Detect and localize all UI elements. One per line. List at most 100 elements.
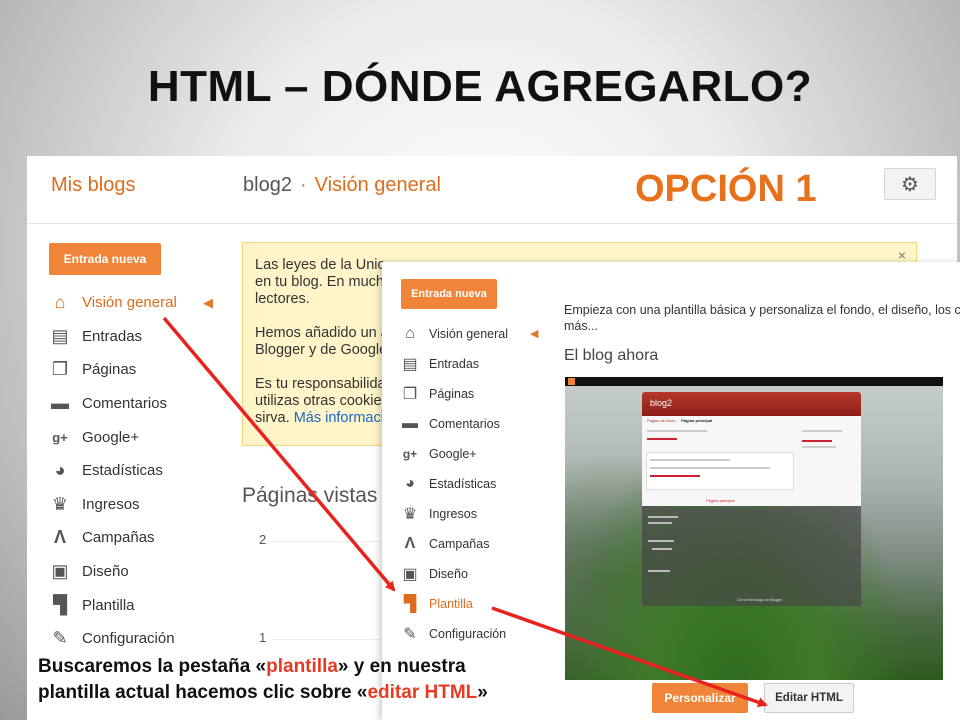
pageviews-title: Páginas vistas	[242, 484, 378, 507]
sidebar-item-label: Estadísticas	[429, 477, 497, 491]
preview-text-line	[802, 446, 836, 448]
blogger-logo-icon	[568, 378, 575, 385]
megaphone-icon: ◀	[203, 295, 213, 310]
notice-text: lectores.	[255, 291, 310, 307]
slide-title: HTML – DÓNDE AGREGARLO?	[147, 62, 813, 111]
sidebar-item-label: Ingresos	[429, 507, 477, 521]
sidebar-item-stats[interactable]: ◕ Estadísticas	[49, 454, 177, 488]
breadcrumb-separator: ·	[299, 174, 307, 196]
sidebar-item-posts[interactable]: ▤ Entradas	[49, 320, 177, 354]
blogger-header: Mis blogs blog2 · Visión general OPCIÓN 1 …	[27, 156, 957, 224]
intro-text: más...	[564, 319, 599, 333]
sidebar-item-label: Entradas	[82, 327, 143, 345]
preview-post-title	[647, 438, 677, 440]
caption-text: » y en nuestra	[337, 656, 466, 677]
sidebar-item-earnings[interactable]: ♛ Ingresos	[49, 488, 177, 522]
preview-tabs: Página de inicio Página principal	[647, 418, 712, 423]
sidebar-item-overview[interactable]: ⌂ Visión general ◀	[400, 319, 538, 349]
sidebar-item-overview[interactable]: ⌂ Visión general ◀	[49, 286, 213, 320]
sidebar-item-posts[interactable]: ▤ Entradas	[400, 349, 508, 379]
sidebar-item-label: Comentarios	[82, 395, 168, 413]
sidebar-nav: ⌂ Visión general ◀ ▤ Entradas ❐ Páginas …	[49, 286, 213, 656]
gear-icon: ⚙	[901, 173, 919, 196]
sidebar-item-layout[interactable]: ▣ Diseño	[49, 555, 177, 589]
settings-button[interactable]: ⚙	[884, 168, 936, 200]
notice-text: sirva.	[255, 410, 290, 426]
sidebar-nav: ⌂ Visión general ◀ ▤ Entradas ❐ Páginas …	[400, 319, 538, 649]
preview-text-line	[648, 522, 672, 524]
wrench-icon: ✎	[403, 626, 417, 643]
blog-preview-thumbnail[interactable]: blog2 Página de inicio Página principal P…	[565, 377, 943, 680]
customize-button[interactable]: Personalizar	[652, 683, 748, 713]
caption-text: »	[477, 682, 488, 703]
notice-text: Las leyes de la Unic	[255, 257, 385, 273]
sidebar-item-comments[interactable]: ▬ Comentarios	[49, 387, 177, 421]
edit-html-button[interactable]: Editar HTML	[764, 683, 854, 713]
sidebar-item-template[interactable]: ▜ Plantilla	[400, 589, 508, 619]
intro-text: Empieza con una plantilla básica y perso…	[564, 303, 960, 317]
sidebar-item-layout[interactable]: ▣ Diseño	[400, 559, 508, 589]
more-info-link[interactable]: Más informaci	[294, 410, 384, 426]
caption-text: plantilla actual hacemos clic sobre «	[38, 682, 368, 703]
sidebar-item-pages[interactable]: ❐ Páginas	[400, 379, 508, 409]
preview-text-line	[802, 430, 842, 432]
sidebar-item-label: Configuración	[429, 627, 507, 641]
pageviews-tick: 1	[259, 630, 267, 645]
preview-footer: Con la tecnología de Blogger.	[737, 598, 783, 602]
preview-blog-title: blog2	[642, 392, 861, 416]
sidebar-item-google-plus[interactable]: g+ Google+	[400, 439, 508, 469]
preview-widget-area: Con la tecnología de Blogger.	[642, 506, 861, 606]
preview-text-line	[647, 430, 707, 432]
preview-bottom-link: Página principal	[706, 498, 735, 503]
sidebar-item-label: Plantilla	[82, 596, 135, 614]
preview-text-line	[650, 467, 770, 469]
sidebar-item-earnings[interactable]: ♛ Ingresos	[400, 499, 508, 529]
sidebar-item-label: Páginas	[429, 387, 475, 401]
template-icon: ▜	[53, 594, 67, 615]
sidebar-item-label: Diseño	[82, 563, 129, 581]
sidebar-item-comments[interactable]: ▬ Comentarios	[400, 409, 508, 439]
sidebar-item-template[interactable]: ▜ Plantilla	[49, 588, 177, 622]
my-blogs-link[interactable]: Mis blogs	[51, 174, 135, 197]
sidebar-item-pages[interactable]: ❐ Páginas	[49, 353, 177, 387]
caption-highlight: plantilla	[266, 656, 338, 677]
trophy-icon: ♛	[402, 506, 418, 523]
megaphone-icon: ◀	[530, 328, 539, 340]
new-post-button[interactable]: Entrada nueva	[401, 279, 497, 309]
google-plus-icon: g+	[52, 429, 68, 445]
sidebar-item-label: Visión general	[82, 294, 177, 312]
new-post-button[interactable]: Entrada nueva	[49, 243, 161, 275]
trophy-icon: ♛	[51, 493, 69, 514]
sidebar-item-label: Comentarios	[429, 417, 500, 431]
instruction-caption: Buscaremos la pestaña «plantilla» y en n…	[38, 654, 488, 706]
notice-text: en tu blog. En much	[255, 274, 384, 290]
home-icon: ⌂	[405, 325, 415, 342]
sidebar-item-label: Google+	[82, 428, 140, 446]
sidebar-item-google-plus[interactable]: g+ Google+	[49, 420, 177, 454]
notice-text: Es tu responsabilida	[255, 376, 386, 392]
breadcrumb-section: Visión general	[314, 174, 441, 196]
sidebar-item-label: Configuración	[82, 630, 175, 648]
notice-text: Hemos añadido un a	[255, 325, 389, 341]
pages-icon: ❐	[402, 386, 418, 403]
sidebar-item-label: Campañas	[82, 529, 155, 547]
preview-content: Página de inicio Página principal Página …	[642, 416, 861, 506]
sidebar-item-label: Ingresos	[82, 495, 140, 513]
sidebar-item-label: Diseño	[429, 567, 468, 581]
notice-text: Blogger y de Google	[255, 342, 388, 358]
option-label: OPCIÓN 1	[635, 168, 817, 210]
pages-icon: ❐	[51, 359, 69, 380]
blogger-template-screenshot: Entrada nueva ⌂ Visión general ◀ ▤ Entra…	[382, 262, 960, 720]
wrench-icon: ✎	[52, 628, 68, 649]
preview-heading: El blog ahora	[564, 347, 659, 364]
sidebar-item-stats[interactable]: ◕ Estadísticas	[400, 469, 508, 499]
preview-tab: Página de inicio	[647, 418, 676, 423]
preview-text-line	[652, 548, 672, 550]
sidebar-item-campaigns[interactable]: Λ Campañas	[49, 521, 177, 555]
blog-name[interactable]: blog2	[243, 174, 292, 196]
caption-highlight: editar HTML	[367, 682, 478, 703]
sidebar-item-settings[interactable]: ✎ Configuración	[400, 619, 508, 649]
sidebar-item-campaigns[interactable]: Λ Campañas	[400, 529, 508, 559]
sidebar-item-label: Google+	[429, 447, 477, 461]
sidebar-item-settings[interactable]: ✎ Configuración	[49, 622, 177, 656]
